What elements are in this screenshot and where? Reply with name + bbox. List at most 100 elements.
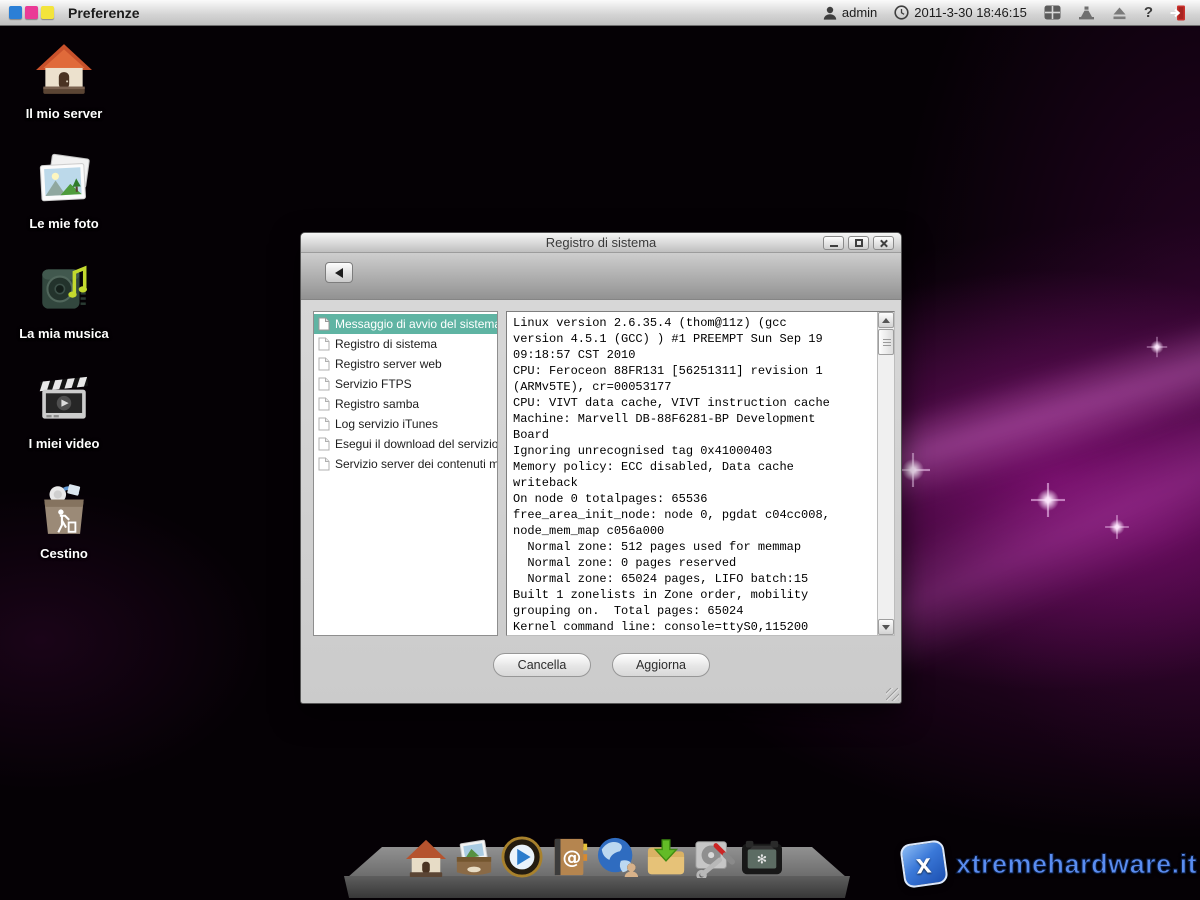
desktop-icon-my-music[interactable]: La mia musica [12, 260, 116, 341]
web-icon [596, 836, 640, 878]
svg-text:✻: ✻ [757, 853, 767, 867]
clock-icon [894, 5, 909, 20]
trash-icon [35, 480, 93, 538]
media-player-icon [501, 836, 543, 878]
log-list-item-label: Servizio server dei contenuti multimedia… [335, 457, 497, 471]
system-log-window: Registro di sistema Messaggio di avvio d… [300, 232, 902, 704]
log-list-panel: Messaggio di avvio del sistema Registro … [313, 311, 498, 636]
dock: @ [404, 834, 784, 878]
log-list-item-label: Log servizio iTunes [335, 417, 438, 431]
scroll-down-button[interactable] [878, 619, 894, 635]
logo-magenta-square [25, 6, 38, 19]
music-icon [35, 260, 93, 318]
log-list-item-label: Messaggio di avvio del sistema [335, 317, 497, 331]
refresh-button[interactable]: Aggiorna [612, 653, 710, 677]
log-list-item[interactable]: Registro samba [314, 394, 497, 414]
logout-icon[interactable] [1170, 5, 1186, 21]
log-list-item[interactable]: Log servizio iTunes [314, 414, 497, 434]
desktop-icon-label: Cestino [12, 546, 116, 561]
desktop-icon-label: I miei video [12, 436, 116, 451]
downloads-icon [645, 838, 687, 878]
desktop-icon-label: Le mie foto [12, 216, 116, 231]
wallpaper-sparkle [1105, 515, 1129, 539]
dais-icon[interactable] [1078, 6, 1095, 20]
desktop-icon-my-photos[interactable]: Le mie foto [12, 150, 116, 231]
desktop-icon-my-server[interactable]: Il mio server [12, 40, 116, 121]
window-title: Registro di sistema [546, 235, 657, 250]
document-icon [318, 397, 330, 411]
logo-yellow-square [41, 6, 54, 19]
desktop-icon-trash[interactable]: Cestino [12, 480, 116, 561]
log-list-item[interactable]: Registro di sistema [314, 334, 497, 354]
document-icon [318, 417, 330, 431]
log-list-item-label: Esegui il download del servizio [335, 437, 497, 451]
log-list-item[interactable]: Servizio FTPS [314, 374, 497, 394]
svg-text:@: @ [562, 847, 581, 869]
help-icon[interactable]: ? [1144, 4, 1153, 21]
maximize-icon [855, 239, 863, 247]
minimize-button[interactable] [823, 236, 844, 250]
dock-disk-utility[interactable] [692, 834, 736, 878]
desktop-icon-my-videos[interactable]: I miei video [12, 370, 116, 451]
close-button[interactable] [873, 236, 894, 250]
house-icon [35, 40, 93, 98]
thumb-grip-icon [883, 339, 891, 346]
document-icon [318, 457, 330, 471]
desktop-icon-label: La mia musica [12, 326, 116, 341]
arrow-up-icon [882, 318, 890, 323]
log-list-item[interactable]: Esegui il download del servizio [314, 434, 497, 454]
arrow-down-icon [882, 625, 890, 630]
back-button[interactable] [325, 262, 353, 283]
dock-contacts[interactable]: @ [548, 834, 592, 878]
resize-grip[interactable] [886, 688, 899, 701]
backup-device-icon: ✻ [740, 838, 784, 878]
menubar: Preferenze admin 2011-3-30 18:46:15 [0, 0, 1200, 26]
vertical-scrollbar[interactable] [877, 312, 894, 635]
user-label: admin [842, 5, 877, 20]
cancel-button[interactable]: Cancella [493, 653, 591, 677]
clock-display: 2011-3-30 18:46:15 [894, 5, 1027, 20]
brand-logo-icon [9, 6, 54, 19]
datetime-label: 2011-3-30 18:46:15 [914, 5, 1027, 20]
log-list-item[interactable]: Messaggio di avvio del sistema [314, 314, 497, 334]
user-icon [823, 6, 837, 20]
log-list-item-label: Servizio FTPS [335, 377, 412, 391]
maximize-button[interactable] [848, 236, 869, 250]
scroll-up-button[interactable] [878, 312, 894, 328]
log-list-item-label: Registro server web [335, 357, 442, 371]
document-icon [318, 377, 330, 391]
windows-grid-icon[interactable] [1044, 5, 1061, 20]
menu-preferences[interactable]: Preferenze [68, 5, 140, 21]
log-list-item-label: Registro samba [335, 397, 419, 411]
user-menu[interactable]: admin [823, 5, 877, 20]
log-text: Linux version 2.6.35.4 (thom@11z) (gcc v… [513, 315, 875, 635]
photo-box-icon [453, 838, 495, 878]
logo-blue-square [9, 6, 22, 19]
eject-icon[interactable] [1112, 6, 1127, 20]
window-titlebar[interactable]: Registro di sistema [301, 233, 901, 253]
document-icon [318, 317, 330, 331]
desktop-icon-label: Il mio server [12, 106, 116, 121]
watermark-text: xtremehardware.it [956, 849, 1197, 880]
dock-media-player[interactable] [500, 834, 544, 878]
dock-photos[interactable] [452, 834, 496, 878]
window-toolbar [301, 253, 901, 300]
minimize-icon [830, 245, 838, 247]
disk-utility-icon [693, 836, 735, 878]
desktop: Preferenze admin 2011-3-30 18:46:15 [0, 0, 1200, 900]
dock-downloads[interactable] [644, 834, 688, 878]
document-icon [318, 357, 330, 371]
log-list-item[interactable]: Servizio server dei contenuti multimedia… [314, 454, 497, 474]
log-content-panel: Linux version 2.6.35.4 (thom@11z) (gcc v… [506, 311, 895, 636]
document-icon [318, 437, 330, 451]
xtremehardware-watermark: x xtremehardware.it [902, 842, 1197, 886]
wallpaper-sparkle [1031, 483, 1065, 517]
document-icon [318, 337, 330, 351]
dock-backup-device[interactable]: ✻ [740, 834, 784, 878]
photos-icon [35, 150, 93, 208]
dock-home[interactable] [404, 834, 448, 878]
watermark-x-letter: x [915, 848, 933, 880]
dock-web[interactable] [596, 834, 640, 878]
scrollbar-thumb[interactable] [878, 329, 894, 355]
log-list-item[interactable]: Registro server web [314, 354, 497, 374]
